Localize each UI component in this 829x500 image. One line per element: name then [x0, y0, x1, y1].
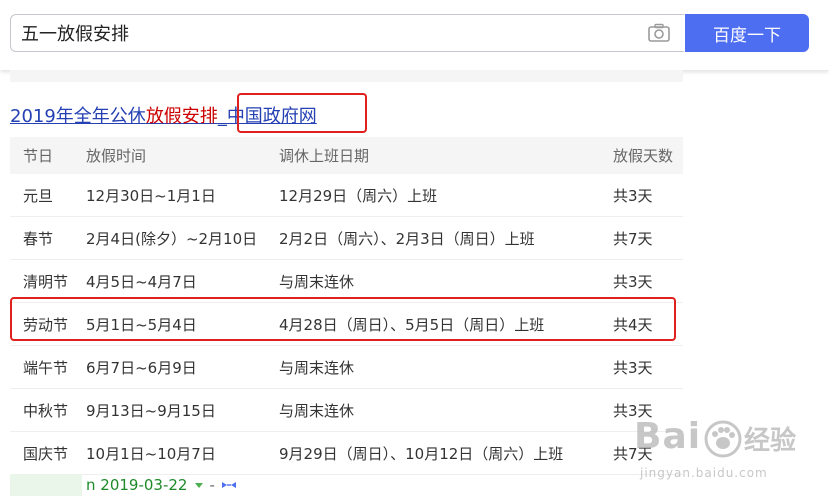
- title-source: _中国政府网: [217, 106, 317, 127]
- workdays-cell: 12月29日（周六）上班: [279, 186, 438, 205]
- result-title-link[interactable]: 2019年全年公休放假安排_中国政府网: [10, 102, 317, 128]
- days-cell: 共4天: [613, 315, 653, 334]
- dates-cell: 2月4日(除夕）~2月10日: [86, 229, 258, 248]
- dates-cell: 4月5日~4月7日: [86, 272, 197, 291]
- search-box: [10, 14, 684, 52]
- camera-icon[interactable]: [647, 23, 671, 43]
- result-footer: n 2019-03-22 -: [10, 474, 237, 496]
- days-cell: 共3天: [613, 186, 653, 205]
- search-input[interactable]: [11, 15, 641, 51]
- snapshot-icon[interactable]: [221, 480, 237, 490]
- holiday-cell: 清明节: [23, 272, 69, 291]
- title-highlight: 放假安排: [145, 106, 218, 127]
- dates-cell: 9月13日~9月15日: [86, 401, 216, 420]
- workdays-cell: 与周末连休: [279, 272, 355, 291]
- holiday-table: 节日 放假时间 调休上班日期 放假天数 元旦 12月30日~1月1日 12月29…: [10, 137, 683, 475]
- arrow-down-icon[interactable]: [195, 482, 204, 488]
- result-date: n 2019-03-22: [86, 476, 188, 494]
- workdays-cell: 与周末连休: [279, 401, 355, 420]
- holiday-cell: 端午节: [23, 358, 69, 377]
- column-header: 节日: [23, 147, 54, 165]
- title-part: 2019年全年公休: [10, 106, 146, 127]
- watermark: Bai 经验 jingyan.baidu.com: [634, 410, 824, 490]
- holiday-cell: 国庆节: [23, 444, 69, 463]
- dates-cell: 6月7日~6月9日: [86, 358, 197, 377]
- table-row-labor-day: 劳动节 5月1日~5月4日 4月28日（周日）、5月5日（周日）上班 共4天: [10, 303, 683, 346]
- workdays-cell: 与周末连休: [279, 358, 355, 377]
- blurred-source: [10, 474, 82, 496]
- days-cell: 共3天: [613, 272, 653, 291]
- table-header-row: 节日 放假时间 调休上班日期 放假天数: [10, 137, 683, 174]
- holiday-cell: 元旦: [23, 186, 54, 205]
- workdays-cell: 4月28日（周日）、5月5日（周日）上班: [279, 315, 545, 334]
- workdays-cell: 2月2日（周六）、2月3日（周日）上班: [279, 229, 535, 248]
- dates-cell: 5月1日~5月4日: [86, 315, 197, 334]
- column-header: 调休上班日期: [279, 147, 370, 165]
- dates-cell: 12月30日~1月1日: [86, 186, 216, 205]
- days-cell: 共3天: [613, 358, 653, 377]
- column-header: 放假时间: [86, 147, 147, 165]
- table-row: 元旦 12月30日~1月1日 12月29日（周六）上班 共3天: [10, 174, 683, 217]
- paw-icon: [704, 420, 742, 458]
- days-cell: 共7天: [613, 229, 653, 248]
- workdays-cell: 9月29日（周日）、10月12日（周六）上班: [279, 444, 564, 463]
- search-button[interactable]: 百度一下: [685, 14, 809, 52]
- holiday-cell: 春节: [23, 229, 54, 248]
- table-row: 清明节 4月5日~4月7日 与周末连休 共3天: [10, 260, 683, 303]
- watermark-brand: Bai: [634, 416, 702, 457]
- dates-cell: 10月1日~10月7日: [86, 444, 216, 463]
- table-row: 国庆节 10月1日~10月7日 9月29日（周日）、10月12日（周六）上班 共…: [10, 432, 683, 475]
- watermark-url: jingyan.baidu.com: [640, 466, 768, 480]
- holiday-cell: 劳动节: [23, 315, 69, 334]
- table-row: 端午节 6月7日~6月9日 与周末连休 共3天: [10, 346, 683, 389]
- separator: -: [209, 476, 215, 494]
- holiday-cell: 中秋节: [23, 401, 69, 420]
- column-header: 放假天数: [613, 147, 674, 165]
- result-top-band: [10, 70, 683, 82]
- table-row: 春节 2月4日(除夕）~2月10日 2月2日（周六）、2月3日（周日）上班 共7…: [10, 217, 683, 260]
- watermark-product: 经验: [744, 426, 797, 456]
- table-row: 中秋节 9月13日~9月15日 与周末连休 共3天: [10, 389, 683, 432]
